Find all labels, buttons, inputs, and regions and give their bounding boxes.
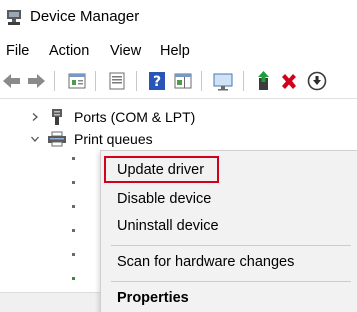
properties-icon[interactable] bbox=[66, 70, 88, 92]
tree-child-icon bbox=[72, 277, 75, 280]
uninstall-device-menu-item[interactable]: Uninstall device bbox=[117, 218, 219, 234]
tree-child-icon bbox=[72, 181, 75, 184]
scan-monitor-icon[interactable] bbox=[212, 70, 234, 92]
menu-file[interactable]: File bbox=[6, 43, 29, 59]
device-manager-icon bbox=[7, 10, 21, 25]
tree-child-icon bbox=[72, 229, 75, 232]
tree-child-icon bbox=[72, 253, 75, 256]
window-title: Device Manager bbox=[30, 8, 140, 25]
chevron-right-icon[interactable] bbox=[30, 112, 40, 122]
chevron-down-icon[interactable] bbox=[30, 134, 40, 144]
title-bar: Device Manager bbox=[0, 0, 357, 36]
show-hidden-icon[interactable] bbox=[106, 70, 128, 92]
tree-item-label: Print queues bbox=[74, 131, 153, 147]
scan-hardware-menu-item[interactable]: Scan for hardware changes bbox=[117, 254, 294, 270]
toolbar-divider bbox=[0, 98, 357, 99]
tree-child-icon bbox=[72, 205, 75, 208]
toolbar-separator bbox=[201, 71, 202, 91]
action-pane-icon[interactable] bbox=[172, 70, 194, 92]
status-bar bbox=[0, 292, 100, 312]
svg-text:?: ? bbox=[153, 74, 161, 90]
back-arrow-icon[interactable] bbox=[0, 70, 22, 92]
tree-child-icon bbox=[72, 157, 75, 160]
tree-item-print-queues[interactable]: Print queues bbox=[0, 128, 357, 150]
menu-action[interactable]: Action bbox=[49, 43, 89, 59]
download-circle-icon[interactable] bbox=[306, 70, 328, 92]
menu-bar: File Action View Help bbox=[0, 40, 357, 64]
menu-view[interactable]: View bbox=[110, 43, 141, 59]
toolbar-separator bbox=[136, 71, 137, 91]
uninstall-x-icon[interactable] bbox=[278, 70, 300, 92]
toolbar-separator bbox=[54, 71, 55, 91]
disable-device-menu-item[interactable]: Disable device bbox=[117, 191, 211, 207]
help-icon[interactable]: ? bbox=[146, 70, 168, 92]
toolbar-separator bbox=[95, 71, 96, 91]
update-driver-highlight bbox=[104, 156, 219, 183]
port-connector-icon bbox=[52, 109, 62, 125]
update-driver-icon[interactable] bbox=[252, 70, 274, 92]
forward-arrow-icon[interactable] bbox=[26, 70, 48, 92]
printer-icon bbox=[48, 131, 66, 147]
properties-menu-item[interactable]: Properties bbox=[117, 290, 189, 306]
menu-separator bbox=[111, 281, 351, 282]
toolbar: ? bbox=[0, 66, 357, 96]
tree-item-label: Ports (COM & LPT) bbox=[74, 109, 196, 125]
menu-separator bbox=[111, 245, 351, 246]
toolbar-separator bbox=[243, 71, 244, 91]
tree-item-ports[interactable]: Ports (COM & LPT) bbox=[0, 106, 357, 128]
menu-help[interactable]: Help bbox=[160, 43, 190, 59]
